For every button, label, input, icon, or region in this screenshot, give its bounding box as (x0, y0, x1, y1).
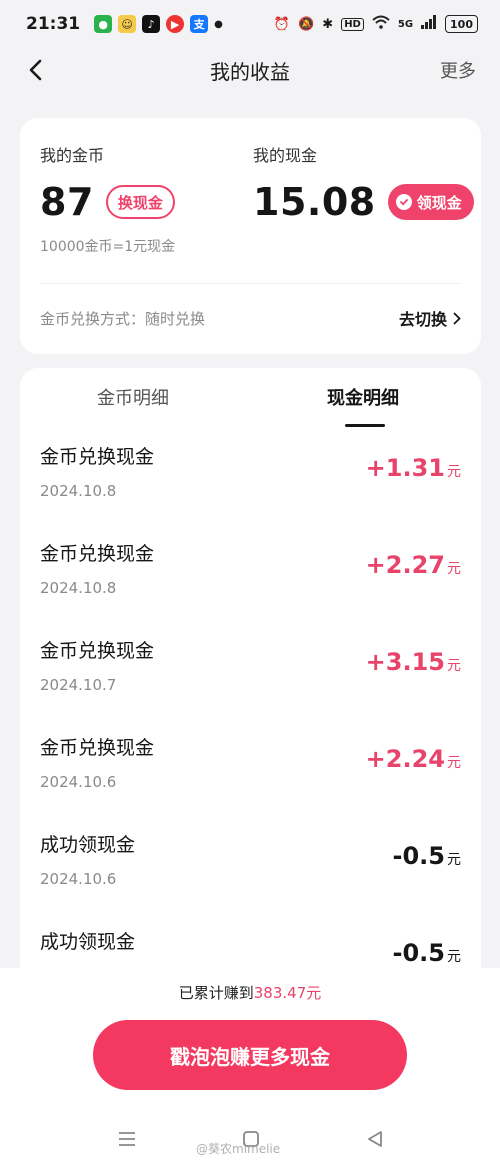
transaction-date: 2024.10.8 (40, 482, 117, 500)
transaction-amount-value: +3.15 (365, 648, 445, 676)
network-type: 5G (397, 18, 414, 30)
transaction-row: 金币兑换现金 2024.10.6 +2.24 元 (40, 733, 461, 829)
transaction-name: 金币兑换现金 (40, 446, 155, 468)
menu-icon[interactable] (112, 1124, 142, 1154)
tab-cash-detail[interactable]: 现金明细 (327, 384, 399, 410)
more-notifications-icon: ● (214, 18, 223, 30)
check-circle-icon (395, 194, 412, 210)
music-app-icon: ▶ (166, 15, 185, 33)
exchange-rate: 10000金币=1元现金 (40, 239, 176, 255)
transaction-amount-value: -0.5 (392, 842, 445, 870)
alipay-icon: 支 (190, 15, 209, 33)
detail-tabs: 金币明细 现金明细 (20, 382, 481, 427)
transaction-name: 金币兑换现金 (40, 543, 155, 565)
transaction-date: 2024.10.6 (40, 870, 117, 888)
transaction-row: 金币兑换现金 2024.10.8 +2.27 元 (40, 539, 461, 635)
transaction-amount: -0.5 元 (393, 939, 461, 967)
hd-badge: HD (341, 17, 364, 31)
nav-bar: 我的收益 更多 (0, 48, 500, 92)
status-time: 21:31 (26, 14, 81, 34)
app-mascot-icon: ☺ (118, 15, 137, 33)
transaction-amount-unit: 元 (447, 755, 461, 771)
page-title: 我的收益 (210, 59, 290, 84)
tiktok-icon: ♪ (142, 15, 161, 33)
wechat-icon: ● (94, 15, 113, 33)
cash-value: 15.08 (253, 180, 376, 224)
wifi-icon (372, 15, 390, 33)
transaction-name: 成功领现金 (40, 834, 136, 856)
transaction-amount-unit: 元 (447, 561, 461, 577)
transaction-amount-unit: 元 (447, 658, 461, 674)
back-button[interactable] (20, 54, 50, 86)
active-tab-indicator (345, 424, 385, 427)
signal-icon (421, 15, 437, 33)
transaction-amount-unit: 元 (447, 852, 461, 868)
coins-value: 87 (40, 180, 94, 224)
bottom-panel: 已累计赚到383.47元 戳泡泡赚更多现金 @葵农mimelie (0, 968, 500, 1167)
transaction-name: 金币兑换现金 (40, 737, 155, 759)
total-earned-label: 已累计赚到 (178, 984, 254, 1002)
notification-icons: ● ☺ ♪ ▶ 支 ● (94, 15, 223, 33)
transaction-amount-unit: 元 (447, 464, 461, 480)
earnings-summary-card: 我的金币 87 换现金 我的现金 15.08 领现金 10000金币=1元现金 … (20, 118, 481, 354)
cash-label: 我的现金 (253, 146, 318, 165)
total-earned-value: 383.47元 (253, 984, 322, 1002)
transaction-row: 金币兑换现金 2024.10.8 +1.31 元 (40, 442, 461, 538)
transaction-amount-value: +2.27 (365, 551, 445, 579)
transaction-name: 金币兑换现金 (40, 640, 155, 662)
bluetooth-icon: ✱ (322, 16, 334, 32)
transaction-amount-value: +2.24 (365, 745, 445, 773)
mute-icon: 🔕 (298, 16, 315, 32)
tab-coin-detail[interactable]: 金币明细 (97, 384, 169, 410)
transaction-amount: -0.5 元 (393, 842, 461, 870)
claim-cash-label: 领现金 (416, 193, 462, 212)
transaction-amount: +1.31 元 (366, 454, 461, 482)
coins-section: 我的金币 87 换现金 (40, 142, 175, 224)
battery-indicator: 100 (445, 15, 478, 33)
transaction-amount: +2.24 元 (366, 745, 461, 773)
more-button[interactable]: 更多 (440, 57, 476, 83)
transaction-amount: +2.27 元 (366, 551, 461, 579)
claim-cash-button[interactable]: 领现金 (387, 184, 474, 220)
exchange-cash-button[interactable]: 换现金 (105, 185, 175, 219)
detail-card: 金币明细 现金明细 金币兑换现金 2024.10.8 +1.31 元金币兑换现金 202… (20, 368, 481, 1008)
transaction-amount-value: -0.5 (392, 939, 445, 967)
transaction-row: 成功领现金 2024.10.6 -0.5 元 (40, 830, 461, 926)
divider (40, 283, 461, 284)
alarm-icon: ⏰ (273, 16, 291, 32)
transaction-date: 2024.10.7 (40, 676, 117, 694)
watermark: @葵农mimelie (196, 1142, 281, 1156)
back-nav-icon[interactable] (360, 1124, 390, 1154)
transaction-row: 金币兑换现金 2024.10.7 +3.15 元 (40, 636, 461, 732)
transaction-amount-value: +1.31 (365, 454, 445, 482)
total-earned: 已累计赚到383.47元 (0, 982, 500, 1003)
transaction-date: 2024.10.8 (40, 579, 117, 597)
transaction-amount-unit: 元 (447, 949, 461, 965)
cash-section: 我的现金 15.08 领现金 (253, 142, 474, 224)
switch-method-label: 去切换 (398, 310, 447, 329)
chevron-right-icon (453, 312, 461, 324)
exchange-method: 金币兑换方式：随时兑换 (40, 310, 206, 328)
coins-label: 我的金币 (40, 146, 105, 165)
switch-method-button[interactable]: 去切换 (399, 306, 461, 330)
earn-more-button[interactable]: 戳泡泡赚更多现金 (93, 1020, 407, 1090)
transaction-amount: +3.15 元 (366, 648, 461, 676)
transaction-date: 2024.10.6 (40, 773, 117, 791)
status-bar: 21:31 ● ☺ ♪ ▶ 支 ● ⏰ 🔕 ✱ HD 5G 100 (0, 0, 500, 48)
transaction-name: 成功领现金 (40, 931, 136, 953)
chevron-left-icon (29, 59, 42, 81)
